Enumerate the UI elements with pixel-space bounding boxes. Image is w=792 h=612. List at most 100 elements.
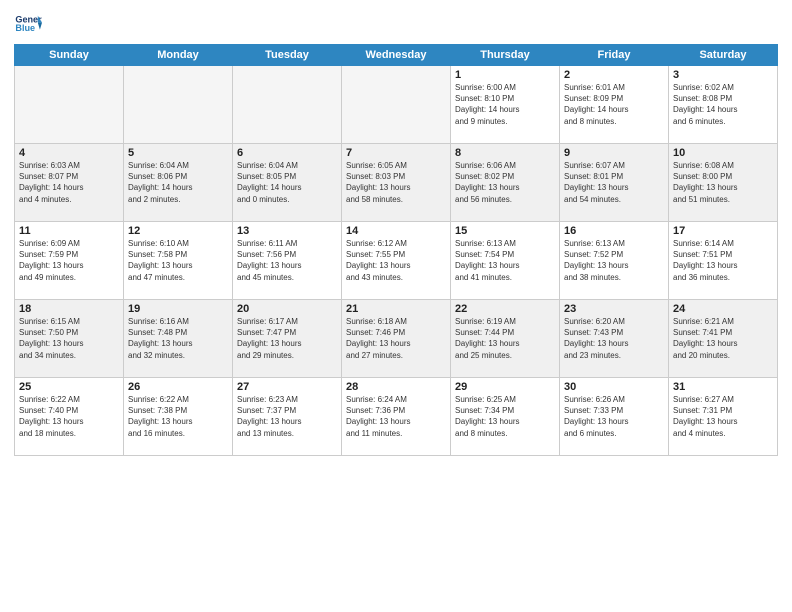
- day-number: 22: [455, 303, 555, 315]
- day-info: Sunrise: 6:10 AM Sunset: 7:58 PM Dayligh…: [128, 238, 228, 283]
- day-number: 27: [237, 381, 337, 393]
- day-info: Sunrise: 6:21 AM Sunset: 7:41 PM Dayligh…: [673, 316, 773, 361]
- calendar-cell: 13Sunrise: 6:11 AM Sunset: 7:56 PM Dayli…: [233, 222, 342, 300]
- day-info: Sunrise: 6:03 AM Sunset: 8:07 PM Dayligh…: [19, 160, 119, 205]
- day-info: Sunrise: 6:25 AM Sunset: 7:34 PM Dayligh…: [455, 394, 555, 439]
- calendar-cell: 24Sunrise: 6:21 AM Sunset: 7:41 PM Dayli…: [669, 300, 778, 378]
- day-info: Sunrise: 6:06 AM Sunset: 8:02 PM Dayligh…: [455, 160, 555, 205]
- day-number: 29: [455, 381, 555, 393]
- weekday-header-thursday: Thursday: [451, 45, 560, 66]
- calendar-cell: 2Sunrise: 6:01 AM Sunset: 8:09 PM Daylig…: [560, 66, 669, 144]
- day-info: Sunrise: 6:01 AM Sunset: 8:09 PM Dayligh…: [564, 82, 664, 127]
- calendar-cell: 4Sunrise: 6:03 AM Sunset: 8:07 PM Daylig…: [15, 144, 124, 222]
- day-number: 1: [455, 69, 555, 81]
- calendar-cell: 20Sunrise: 6:17 AM Sunset: 7:47 PM Dayli…: [233, 300, 342, 378]
- week-row-0: 1Sunrise: 6:00 AM Sunset: 8:10 PM Daylig…: [15, 66, 778, 144]
- day-number: 20: [237, 303, 337, 315]
- day-info: Sunrise: 6:02 AM Sunset: 8:08 PM Dayligh…: [673, 82, 773, 127]
- day-info: Sunrise: 6:07 AM Sunset: 8:01 PM Dayligh…: [564, 160, 664, 205]
- day-number: 23: [564, 303, 664, 315]
- calendar-cell: 31Sunrise: 6:27 AM Sunset: 7:31 PM Dayli…: [669, 378, 778, 456]
- week-row-4: 25Sunrise: 6:22 AM Sunset: 7:40 PM Dayli…: [15, 378, 778, 456]
- day-info: Sunrise: 6:20 AM Sunset: 7:43 PM Dayligh…: [564, 316, 664, 361]
- week-row-3: 18Sunrise: 6:15 AM Sunset: 7:50 PM Dayli…: [15, 300, 778, 378]
- day-number: 2: [564, 69, 664, 81]
- calendar-cell: 27Sunrise: 6:23 AM Sunset: 7:37 PM Dayli…: [233, 378, 342, 456]
- calendar-cell: 6Sunrise: 6:04 AM Sunset: 8:05 PM Daylig…: [233, 144, 342, 222]
- day-number: 6: [237, 147, 337, 159]
- day-number: 16: [564, 225, 664, 237]
- day-number: 18: [19, 303, 119, 315]
- day-info: Sunrise: 6:27 AM Sunset: 7:31 PM Dayligh…: [673, 394, 773, 439]
- day-info: Sunrise: 6:11 AM Sunset: 7:56 PM Dayligh…: [237, 238, 337, 283]
- day-info: Sunrise: 6:12 AM Sunset: 7:55 PM Dayligh…: [346, 238, 446, 283]
- day-info: Sunrise: 6:08 AM Sunset: 8:00 PM Dayligh…: [673, 160, 773, 205]
- day-info: Sunrise: 6:13 AM Sunset: 7:54 PM Dayligh…: [455, 238, 555, 283]
- calendar-cell: 3Sunrise: 6:02 AM Sunset: 8:08 PM Daylig…: [669, 66, 778, 144]
- day-number: 13: [237, 225, 337, 237]
- day-info: Sunrise: 6:04 AM Sunset: 8:05 PM Dayligh…: [237, 160, 337, 205]
- weekday-header-row: SundayMondayTuesdayWednesdayThursdayFrid…: [15, 45, 778, 66]
- day-number: 10: [673, 147, 773, 159]
- calendar-cell: 10Sunrise: 6:08 AM Sunset: 8:00 PM Dayli…: [669, 144, 778, 222]
- day-number: 11: [19, 225, 119, 237]
- calendar-cell: 9Sunrise: 6:07 AM Sunset: 8:01 PM Daylig…: [560, 144, 669, 222]
- day-info: Sunrise: 6:19 AM Sunset: 7:44 PM Dayligh…: [455, 316, 555, 361]
- day-info: Sunrise: 6:23 AM Sunset: 7:37 PM Dayligh…: [237, 394, 337, 439]
- day-number: 3: [673, 69, 773, 81]
- calendar-cell: [233, 66, 342, 144]
- weekday-header-sunday: Sunday: [15, 45, 124, 66]
- logo-icon: General Blue: [14, 10, 42, 38]
- calendar-cell: 5Sunrise: 6:04 AM Sunset: 8:06 PM Daylig…: [124, 144, 233, 222]
- weekday-header-friday: Friday: [560, 45, 669, 66]
- day-info: Sunrise: 6:04 AM Sunset: 8:06 PM Dayligh…: [128, 160, 228, 205]
- calendar-body: 1Sunrise: 6:00 AM Sunset: 8:10 PM Daylig…: [15, 66, 778, 456]
- calendar-cell: [124, 66, 233, 144]
- calendar-cell: 23Sunrise: 6:20 AM Sunset: 7:43 PM Dayli…: [560, 300, 669, 378]
- page-container: General Blue SundayMondayTuesdayWednesda…: [0, 0, 792, 462]
- header: General Blue: [14, 10, 778, 38]
- day-info: Sunrise: 6:22 AM Sunset: 7:38 PM Dayligh…: [128, 394, 228, 439]
- day-number: 31: [673, 381, 773, 393]
- day-number: 26: [128, 381, 228, 393]
- weekday-header-saturday: Saturday: [669, 45, 778, 66]
- calendar-cell: 30Sunrise: 6:26 AM Sunset: 7:33 PM Dayli…: [560, 378, 669, 456]
- day-number: 8: [455, 147, 555, 159]
- day-number: 24: [673, 303, 773, 315]
- calendar-cell: 12Sunrise: 6:10 AM Sunset: 7:58 PM Dayli…: [124, 222, 233, 300]
- calendar-cell: 1Sunrise: 6:00 AM Sunset: 8:10 PM Daylig…: [451, 66, 560, 144]
- day-info: Sunrise: 6:13 AM Sunset: 7:52 PM Dayligh…: [564, 238, 664, 283]
- calendar-cell: [342, 66, 451, 144]
- day-number: 9: [564, 147, 664, 159]
- day-info: Sunrise: 6:24 AM Sunset: 7:36 PM Dayligh…: [346, 394, 446, 439]
- day-number: 30: [564, 381, 664, 393]
- weekday-header-wednesday: Wednesday: [342, 45, 451, 66]
- day-number: 12: [128, 225, 228, 237]
- day-number: 28: [346, 381, 446, 393]
- day-info: Sunrise: 6:17 AM Sunset: 7:47 PM Dayligh…: [237, 316, 337, 361]
- logo: General Blue: [14, 10, 42, 38]
- calendar-cell: 14Sunrise: 6:12 AM Sunset: 7:55 PM Dayli…: [342, 222, 451, 300]
- calendar-cell: 19Sunrise: 6:16 AM Sunset: 7:48 PM Dayli…: [124, 300, 233, 378]
- calendar-cell: 21Sunrise: 6:18 AM Sunset: 7:46 PM Dayli…: [342, 300, 451, 378]
- calendar-cell: 17Sunrise: 6:14 AM Sunset: 7:51 PM Dayli…: [669, 222, 778, 300]
- day-info: Sunrise: 6:26 AM Sunset: 7:33 PM Dayligh…: [564, 394, 664, 439]
- weekday-header-monday: Monday: [124, 45, 233, 66]
- day-info: Sunrise: 6:16 AM Sunset: 7:48 PM Dayligh…: [128, 316, 228, 361]
- weekday-header-tuesday: Tuesday: [233, 45, 342, 66]
- calendar-cell: 7Sunrise: 6:05 AM Sunset: 8:03 PM Daylig…: [342, 144, 451, 222]
- calendar-cell: 28Sunrise: 6:24 AM Sunset: 7:36 PM Dayli…: [342, 378, 451, 456]
- day-info: Sunrise: 6:09 AM Sunset: 7:59 PM Dayligh…: [19, 238, 119, 283]
- day-number: 14: [346, 225, 446, 237]
- calendar-cell: [15, 66, 124, 144]
- calendar-cell: 25Sunrise: 6:22 AM Sunset: 7:40 PM Dayli…: [15, 378, 124, 456]
- svg-text:Blue: Blue: [15, 23, 35, 33]
- day-number: 17: [673, 225, 773, 237]
- day-info: Sunrise: 6:22 AM Sunset: 7:40 PM Dayligh…: [19, 394, 119, 439]
- day-number: 4: [19, 147, 119, 159]
- calendar-cell: 8Sunrise: 6:06 AM Sunset: 8:02 PM Daylig…: [451, 144, 560, 222]
- day-info: Sunrise: 6:05 AM Sunset: 8:03 PM Dayligh…: [346, 160, 446, 205]
- calendar-cell: 29Sunrise: 6:25 AM Sunset: 7:34 PM Dayli…: [451, 378, 560, 456]
- calendar-table: SundayMondayTuesdayWednesdayThursdayFrid…: [14, 44, 778, 456]
- calendar-cell: 18Sunrise: 6:15 AM Sunset: 7:50 PM Dayli…: [15, 300, 124, 378]
